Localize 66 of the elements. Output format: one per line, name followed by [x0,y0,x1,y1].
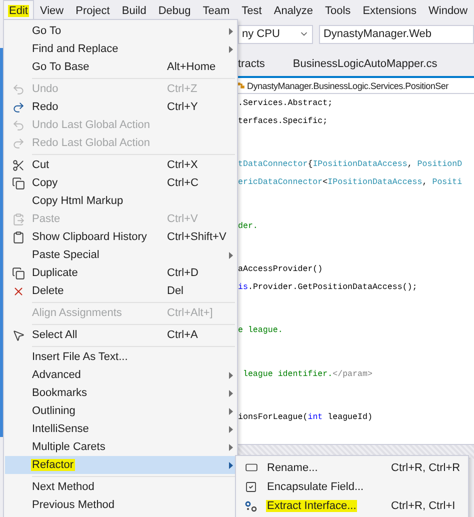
menu-bar-item[interactable]: Extensions [356,0,422,20]
menu-bar-item[interactable]: View [34,0,70,20]
menu-item[interactable]: Cut Ctrl+X [5,156,236,174]
menu-item[interactable]: Show Clipboard History Ctrl+Shift+V [5,228,236,246]
menu-item[interactable]: Find and Replace [5,40,236,58]
menu-bar-item[interactable]: Edit [3,0,34,20]
redo-icon [12,100,24,114]
menu-item[interactable]: Select All Ctrl+A [5,326,236,344]
menu-item[interactable]: Paste Special [5,246,236,264]
checkbox-icon [245,480,257,492]
menu-item[interactable]: Extract Interface... Ctrl+R, Ctrl+I [236,496,468,515]
menu-bar-item[interactable]: Debug [152,0,197,20]
menu-item[interactable]: Rename... Ctrl+R, Ctrl+R [236,458,468,477]
menu-item[interactable]: Bookmarks [5,384,236,402]
undo-icon [12,82,24,96]
cursor-icon [12,328,24,342]
menu-bar-item[interactable]: Project [70,0,116,20]
menu-bar-item[interactable]: Window [422,0,474,20]
menu-item[interactable]: Outlining [5,402,236,420]
navigation-bar[interactable]: DynastyManager.BusinessLogic.Services.PositionSer [236,78,474,94]
menu-item[interactable]: Advanced [5,366,236,384]
menu-item[interactable]: Next Method [5,478,236,496]
code-line: e league. [238,325,284,338]
code-line: is.Provider.GetPositionDataAccess(); [238,282,418,294]
undo-icon [12,118,24,132]
code-line: terfaces.Specific; [238,116,329,128]
delete-icon [12,284,24,298]
menu-bar-item[interactable]: Test [236,0,268,20]
code-line: der. [238,220,259,233]
menu-item[interactable]: Delete Del [5,282,236,300]
menu-item[interactable]: Insert File As Text... [5,348,236,366]
menu-item[interactable]: Copy Ctrl+C [5,174,236,192]
menu-item[interactable]: Encapsulate Field... [236,477,468,496]
menu-item[interactable]: IntelliSense [5,420,236,438]
code-editor[interactable] [236,94,474,444]
platform-dropdown[interactable]: ny CPU [238,24,314,44]
menu-item[interactable]: Copy Html Markup [5,192,236,210]
menu-bar-item[interactable]: Team [196,0,236,20]
menu-bar-item[interactable]: Tools [319,0,357,20]
duplicate-icon [12,266,24,280]
document-tab[interactable]: tracts [238,58,265,70]
menu-item[interactable]: Refactor [5,456,236,474]
code-line: .Services.Abstract; [238,98,334,110]
menu-item[interactable]: Redo Ctrl+Y [5,98,236,116]
extract-interface-icon [245,500,257,512]
code-line: ericDataConnector<IPositionDataAccess, Positi [238,177,464,190]
class-icon [236,81,245,90]
copy-icon [12,176,24,190]
startup-project-dropdown[interactable]: DynastyManager.Web [319,24,474,44]
menu-bar-item[interactable]: Build [116,0,152,20]
rename-icon [244,461,258,474]
menu-item[interactable]: Previous Method [5,496,236,514]
scissors-icon [12,158,24,172]
clipboard-icon [12,212,24,226]
redo-icon [12,136,24,150]
menu-item[interactable]: Multiple Carets [5,438,236,456]
menu-item[interactable]: Go To [5,22,236,40]
document-tab[interactable]: BusinessLogicAutoMapper.cs [292,58,438,70]
menu-item[interactable]: Go To Base Alt+Home [5,58,236,76]
code-line: ionsForLeague(int leagueId) [238,412,374,424]
code-line: league identifier.</param> [242,368,374,381]
menu-item[interactable]: Duplicate Ctrl+D [5,264,236,282]
menu-bar-item[interactable]: Analyze [268,0,319,20]
clipboard-icon [12,230,24,244]
code-line: aAccessProvider() [238,264,324,276]
code-line: tDataConnector{IPositionDataAccess, PositionD [238,159,464,172]
